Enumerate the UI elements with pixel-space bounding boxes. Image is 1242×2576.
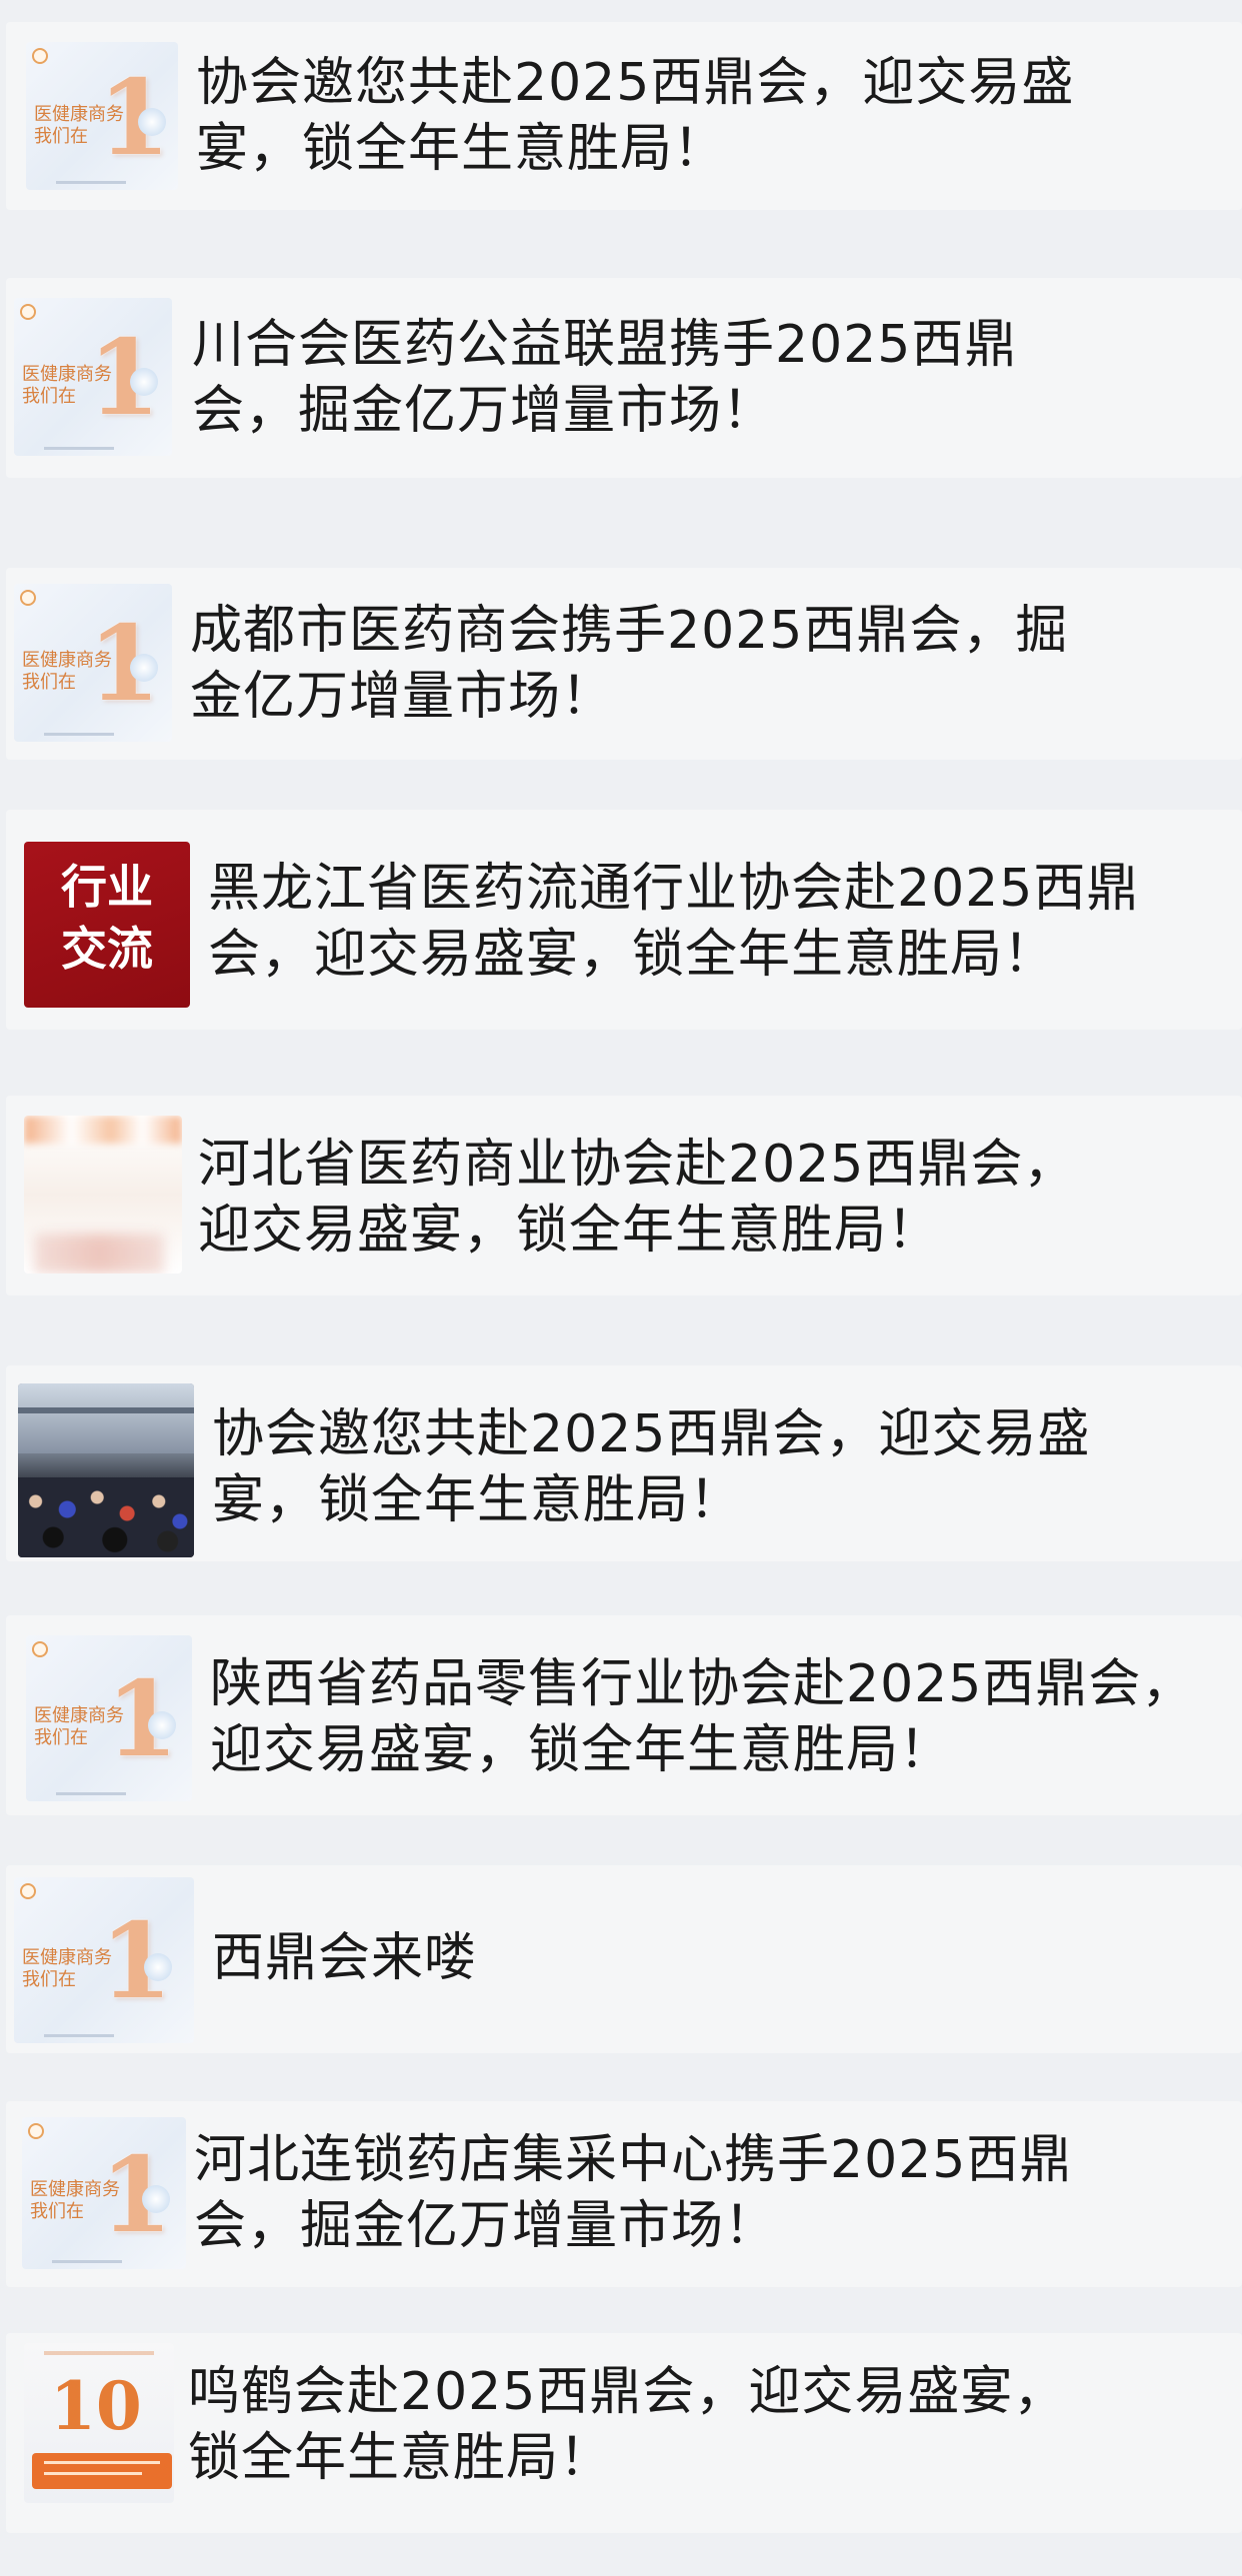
article-title: 川合会医药公益联盟携手2025西鼎会，掘金亿万增量市场！ [192, 315, 1018, 441]
article-card[interactable]: 医健康商务 我们在 1 陕西省药品零售行业协会赴2025西鼎会，迎交易盛宴，锁全年… [6, 1615, 1242, 1815]
event-poster-thumbnail: 医健康商务 我们在 1 [26, 42, 178, 190]
article-card[interactable]: 行业 交流 黑龙江省医药流通行业协会赴2025西鼎会，迎交易盛宴，锁全年生意胜局… [6, 810, 1242, 1030]
article-title: 河北省医药商业协会赴2025西鼎会，迎交易盛宴，锁全年生意胜局！ [198, 1135, 1077, 1261]
tag-line-2: 交流 [61, 922, 153, 976]
article-card[interactable]: 医健康商务 我们在 1 川合会医药公益联盟携手2025西鼎会，掘金亿万增量市场！ [6, 278, 1242, 478]
article-title: 河北连锁药店集采中心携手2025西鼎会，掘金亿万增量市场！ [194, 2130, 1073, 2256]
article-card[interactable]: 河北省医药商业协会赴2025西鼎会，迎交易盛宴，锁全年生意胜局！ [6, 1096, 1242, 1295]
exhibition-crowd-photo [18, 1383, 194, 1557]
article-card[interactable]: 医健康商务 我们在 1 西鼎会来喽 [6, 1865, 1242, 2053]
article-title: 陕西省药品零售行业协会赴2025西鼎会，迎交易盛宴，锁全年生意胜局！ [210, 1654, 1195, 1780]
article-card[interactable]: 医健康商务 我们在 1 成都市医药商会携手2025西鼎会，掘金亿万增量市场！ [6, 568, 1242, 760]
article-card[interactable]: 协会邀您共赴2025西鼎会，迎交易盛宴，锁全年生意胜局！ [6, 1365, 1242, 1561]
article-title: 协会邀您共赴2025西鼎会，迎交易盛宴，锁全年生意胜局！ [212, 1404, 1091, 1530]
blurred-brand-thumbnail [24, 1116, 182, 1274]
industry-exchange-tag: 行业 交流 [24, 842, 190, 1008]
article-title: 鸣鹤会赴2025西鼎会，迎交易盛宴，锁全年生意胜局！ [188, 2362, 1067, 2488]
event-poster-thumbnail: 医健康商务 我们在 1 [22, 2117, 186, 2269]
article-card[interactable]: 10 鸣鹤会赴2025西鼎会，迎交易盛宴，锁全年生意胜局！ [6, 2333, 1242, 2533]
event-poster-thumbnail: 医健康商务 我们在 1 [26, 1635, 192, 1801]
event-poster-thumbnail: 医健康商务 我们在 1 [14, 298, 172, 456]
article-title: 成都市医药商会携手2025西鼎会，掘金亿万增量市场！ [190, 601, 1069, 727]
article-title: 西鼎会来喽 [212, 1928, 478, 1988]
article-card[interactable]: 医健康商务 我们在 1 河北连锁药店集采中心携手2025西鼎会，掘金亿万增量市场！ [6, 2101, 1242, 2287]
event-poster-thumbnail: 医健康商务 我们在 1 [14, 1877, 194, 2043]
article-card[interactable]: 医健康商务 我们在 1 协会邀您共赴2025西鼎会，迎交易盛宴，锁全年生意胜局！ [6, 22, 1242, 210]
tag-line-1: 行业 [61, 860, 153, 914]
anniversary-logo-thumbnail: 10 [24, 2343, 174, 2503]
event-poster-thumbnail: 医健康商务 我们在 1 [14, 584, 172, 742]
article-title: 协会邀您共赴2025西鼎会，迎交易盛宴，锁全年生意胜局！ [196, 53, 1075, 179]
article-title: 黑龙江省医药流通行业协会赴2025西鼎会，迎交易盛宴，锁全年生意胜局！ [208, 859, 1140, 985]
